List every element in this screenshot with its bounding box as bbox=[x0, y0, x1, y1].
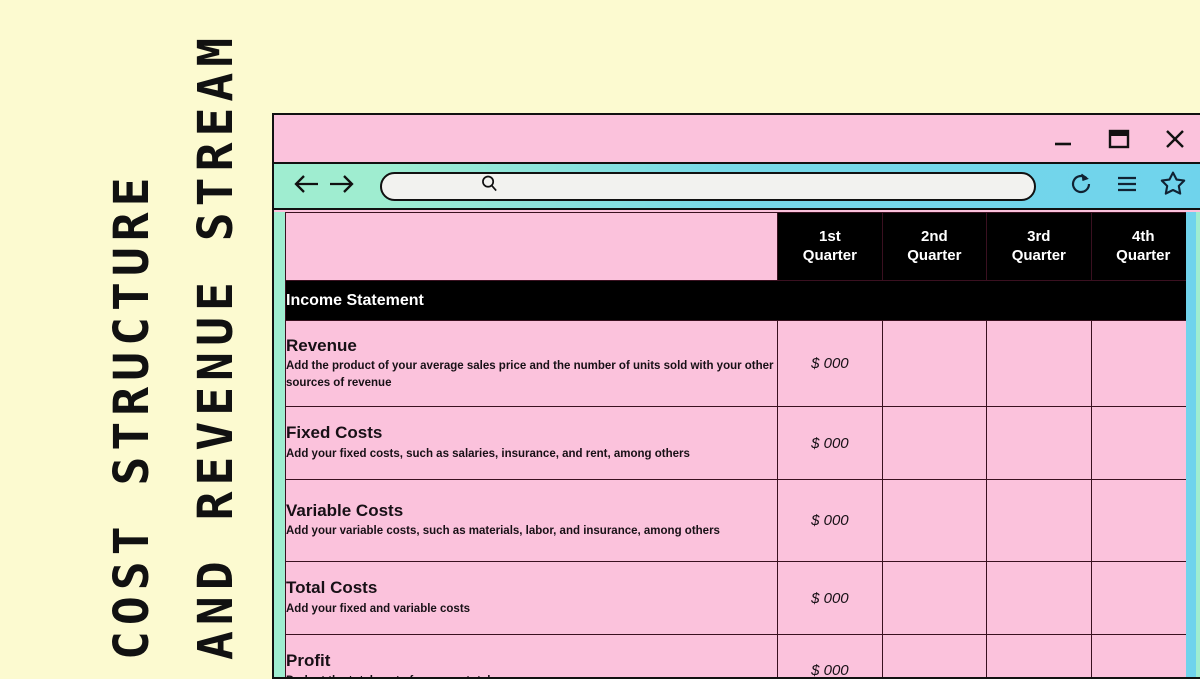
row-description: Add your variable costs, such as materia… bbox=[286, 525, 720, 538]
browser-toolbar bbox=[274, 164, 1200, 210]
column-header-q1-line1: 1st bbox=[819, 228, 841, 246]
column-header-q3-line1: 3rd bbox=[1027, 228, 1051, 246]
star-icon bbox=[1159, 170, 1187, 202]
row-title: Revenue bbox=[286, 335, 357, 355]
section-header-income-statement: Income Statement bbox=[285, 280, 1196, 321]
column-header-q1-line2: Quarter bbox=[802, 246, 857, 264]
row-description: Add your fixed costs, such as salaries, … bbox=[286, 447, 690, 460]
back-arrow-icon bbox=[293, 172, 321, 201]
minimize-button[interactable] bbox=[1048, 124, 1078, 154]
search-bar[interactable] bbox=[380, 171, 1036, 201]
column-header-q3-line2: Quarter bbox=[1011, 246, 1066, 264]
row-label-variable-costs[interactable]: Variable Costs Add your variable costs, … bbox=[285, 479, 779, 562]
row-description: Add your fixed and variable costs bbox=[286, 602, 471, 615]
cell-variable-costs-q1[interactable]: $ 000 bbox=[777, 479, 883, 562]
cell-profit-q3[interactable] bbox=[986, 634, 1092, 677]
row-title: Fixed Costs bbox=[286, 423, 383, 443]
reload-button[interactable] bbox=[1062, 169, 1100, 203]
hamburger-menu-icon bbox=[1114, 173, 1140, 200]
row-title: Variable Costs bbox=[286, 500, 404, 520]
search-icon bbox=[480, 174, 499, 198]
cell-profit-q4[interactable] bbox=[1090, 634, 1196, 677]
table-row: Variable Costs Add your variable costs, … bbox=[285, 479, 1196, 562]
page-title-line-1: COST STRUCTURE bbox=[104, 171, 160, 660]
table-row: Revenue Add the product of your average … bbox=[285, 320, 1196, 407]
cell-fixed-costs-q2[interactable] bbox=[881, 406, 988, 480]
table-row: Profit Deduct the total costs from your … bbox=[285, 634, 1196, 677]
back-button[interactable] bbox=[290, 169, 324, 203]
row-description: Add the product of your average sales pr… bbox=[286, 360, 774, 389]
row-label-fixed-costs[interactable]: Fixed Costs Add your fixed costs, such a… bbox=[285, 406, 779, 480]
cell-revenue-q4[interactable] bbox=[1090, 320, 1196, 407]
section-header-row: Income Statement bbox=[285, 280, 1196, 321]
column-header-q2: 2nd Quarter bbox=[881, 212, 988, 281]
row-title: Profit bbox=[286, 650, 331, 670]
menu-button[interactable] bbox=[1108, 169, 1146, 203]
column-header-q4-line2: Quarter bbox=[1116, 246, 1171, 264]
search-input[interactable] bbox=[505, 178, 1034, 194]
cell-variable-costs-q3[interactable] bbox=[986, 479, 1092, 562]
table-header-row: 1st Quarter 2nd Quarter 3rd Quarter 4th … bbox=[285, 212, 1196, 281]
forward-arrow-icon bbox=[327, 172, 355, 201]
forward-button[interactable] bbox=[324, 169, 358, 203]
cell-revenue-q2[interactable] bbox=[881, 320, 988, 407]
cell-variable-costs-q4[interactable] bbox=[1090, 479, 1196, 562]
row-label-profit[interactable]: Profit Deduct the total costs from your … bbox=[285, 634, 779, 677]
cell-variable-costs-q2[interactable] bbox=[881, 479, 988, 562]
browser-window: 1st Quarter 2nd Quarter 3rd Quarter 4th … bbox=[272, 113, 1200, 679]
column-header-q2-line1: 2nd bbox=[921, 228, 948, 246]
cell-revenue-q1[interactable]: $ 000 bbox=[777, 320, 883, 407]
bookmark-button[interactable] bbox=[1154, 169, 1192, 203]
cell-profit-q1[interactable]: $ 000 bbox=[777, 634, 883, 677]
table-row: Total Costs Add your fixed and variable … bbox=[285, 561, 1196, 635]
table-corner-cell bbox=[285, 212, 779, 281]
cell-fixed-costs-q1[interactable]: $ 000 bbox=[777, 406, 883, 480]
page-title-line-2: AND REVENUE STREAM bbox=[188, 31, 244, 660]
row-label-revenue[interactable]: Revenue Add the product of your average … bbox=[285, 320, 779, 407]
viewport-right-edge bbox=[1186, 212, 1196, 677]
cell-total-costs-q4[interactable] bbox=[1090, 561, 1196, 635]
browser-viewport: 1st Quarter 2nd Quarter 3rd Quarter 4th … bbox=[274, 212, 1200, 677]
row-title: Total Costs bbox=[286, 578, 378, 598]
table-row: Fixed Costs Add your fixed costs, such a… bbox=[285, 406, 1196, 480]
row-label-total-costs[interactable]: Total Costs Add your fixed and variable … bbox=[285, 561, 779, 635]
cell-profit-q2[interactable] bbox=[881, 634, 988, 677]
browser-title-bar bbox=[274, 115, 1200, 164]
reload-icon bbox=[1068, 171, 1094, 202]
column-header-q1: 1st Quarter bbox=[777, 212, 883, 281]
close-button[interactable] bbox=[1160, 124, 1190, 154]
maximize-button[interactable] bbox=[1104, 124, 1134, 154]
column-header-q3: 3rd Quarter bbox=[986, 212, 1092, 281]
maximize-icon bbox=[1106, 126, 1132, 152]
cell-total-costs-q3[interactable] bbox=[986, 561, 1092, 635]
column-header-q4-line1: 4th bbox=[1132, 228, 1155, 246]
row-description: Deduct the total costs from your total r… bbox=[286, 673, 777, 677]
cell-revenue-q3[interactable] bbox=[986, 320, 1092, 407]
column-header-q4: 4th Quarter bbox=[1090, 212, 1196, 281]
close-icon bbox=[1162, 126, 1188, 152]
poster-title-area: COST STRUCTURE AND REVENUE STREAM bbox=[0, 0, 272, 675]
column-header-q2-line2: Quarter bbox=[907, 246, 962, 264]
minimize-icon bbox=[1051, 127, 1075, 151]
cell-fixed-costs-q4[interactable] bbox=[1090, 406, 1196, 480]
cell-fixed-costs-q3[interactable] bbox=[986, 406, 1092, 480]
spreadsheet-area: 1st Quarter 2nd Quarter 3rd Quarter 4th … bbox=[285, 212, 1196, 677]
cell-total-costs-q2[interactable] bbox=[881, 561, 988, 635]
cell-total-costs-q1[interactable]: $ 000 bbox=[777, 561, 883, 635]
income-statement-table: 1st Quarter 2nd Quarter 3rd Quarter 4th … bbox=[285, 212, 1196, 677]
